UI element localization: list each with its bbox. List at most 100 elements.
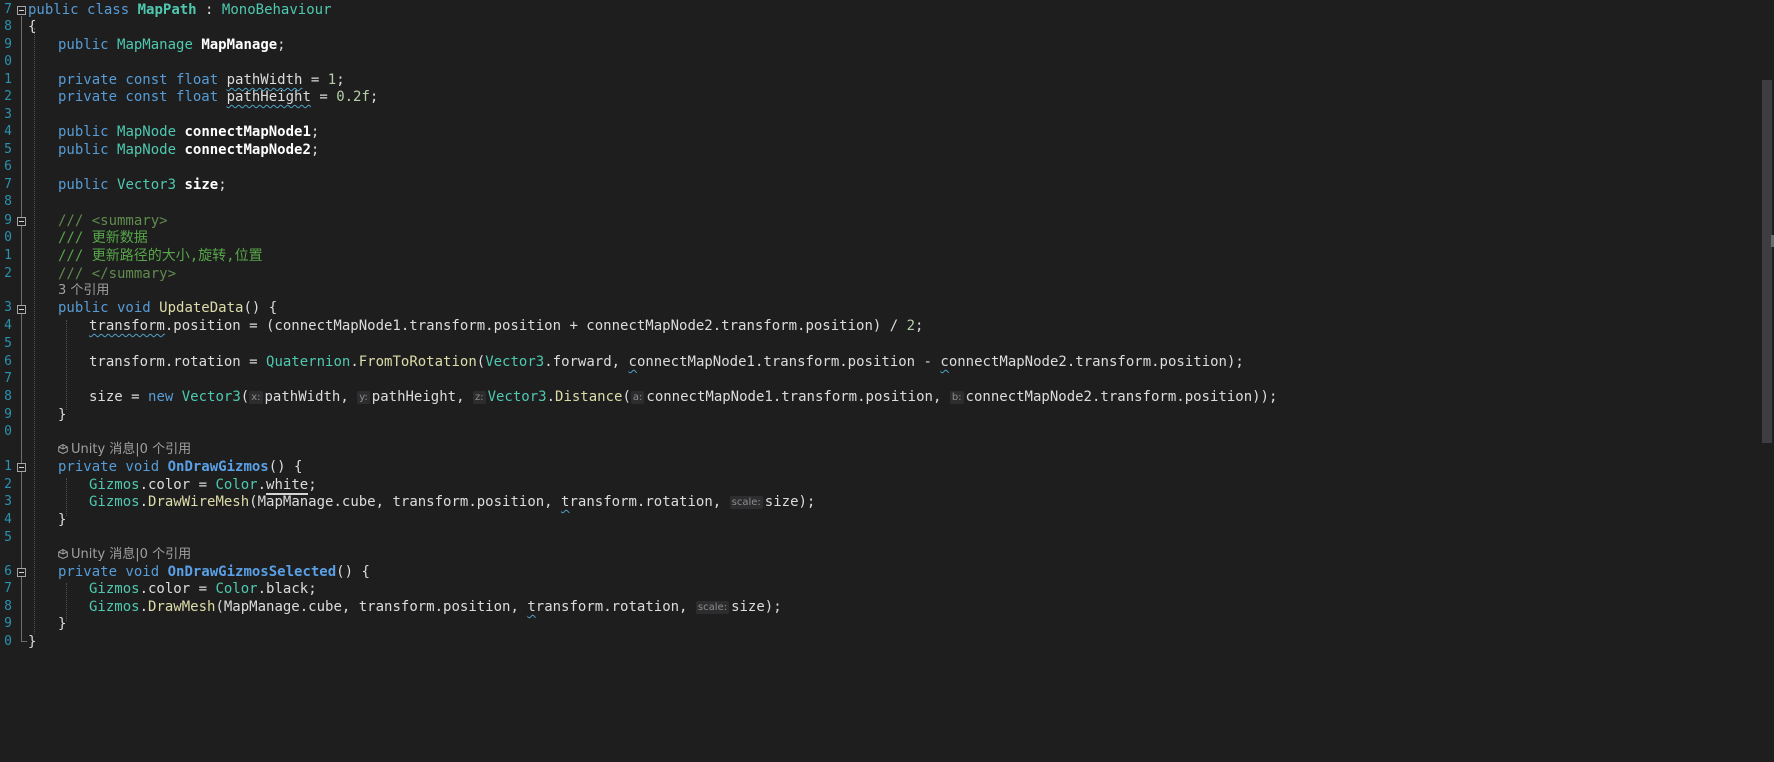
line-number: 7 (4, 581, 12, 596)
doc-comment-line[interactable]: /// 更新数据 (58, 228, 148, 248)
number-literal: 0.2f (336, 89, 370, 105)
code-line-update-position[interactable]: transform.position = (connectMapNode1.tr… (89, 316, 923, 336)
code-line-close-brace[interactable]: } (58, 614, 66, 634)
punctuation: . (546, 389, 556, 405)
code-line-class-declaration[interactable]: public class MapPath : MonoBehaviour (28, 0, 332, 20)
method-name: UpdateData (159, 300, 244, 316)
method-name: OnDrawGizmos (167, 459, 269, 475)
code-line-field-node1[interactable]: public MapNode connectMapNode1; (58, 122, 319, 142)
keyword: new (148, 389, 174, 405)
number-literal: 1 (327, 72, 337, 88)
argument: pathWidth, (264, 389, 358, 405)
field-name: connectMapNode1 (184, 124, 311, 140)
fold-ondrawgizmosselected-toggle-icon[interactable] (17, 568, 26, 577)
method-name: DrawMesh (148, 599, 216, 615)
fold-ondrawgizmos-toggle-icon[interactable] (17, 463, 26, 472)
line-number: 8 (4, 194, 12, 209)
line-number-gutter: 7 8 9 0 1 2 3 4 5 6 7 8 9 0 1 2 3 4 5 6 … (0, 0, 14, 762)
fold-summary-toggle-icon[interactable] (17, 217, 26, 226)
code-line-ondrawgizmos-signature[interactable]: private void OnDrawGizmos() { (58, 457, 302, 477)
code-line-updatedata-signature[interactable]: public void UpdateData() { (58, 298, 277, 318)
expression: ransform.rotation, (535, 599, 696, 615)
method-name: FromToRotation (358, 354, 477, 370)
line-number: 4 (4, 124, 12, 139)
line-number: 3 (4, 300, 12, 315)
keyword: public (58, 142, 109, 158)
type-name: MapNode (117, 124, 177, 140)
code-line-field-size[interactable]: public Vector3 size; (58, 175, 227, 195)
code-line-field-pathheight[interactable]: private const float pathHeight = 0.2f; (58, 87, 378, 107)
line-number: 0 (4, 54, 12, 69)
keyword: private const float (58, 89, 219, 105)
code-line-gizmos-color-black[interactable]: Gizmos.color = Color.black; (89, 579, 317, 599)
base-class-name: MonoBehaviour (221, 2, 332, 18)
field-name: MapManage (201, 37, 278, 53)
keyword: public (28, 2, 79, 18)
punctuation: ; (308, 581, 317, 597)
field-name: size (184, 177, 219, 193)
identifier: c (628, 354, 637, 370)
expression: .forward, (544, 354, 629, 370)
keyword: private void (58, 459, 160, 475)
doc-comment-line[interactable]: /// 更新路径的大小,旋转,位置 (58, 246, 263, 266)
fold-updatedata-toggle-icon[interactable] (17, 305, 26, 314)
line-number: 2 (4, 89, 12, 104)
type-name: Gizmos (89, 581, 140, 597)
line-number: 7 (4, 371, 12, 386)
line-number: 5 (4, 336, 12, 351)
type-name: Quaternion (266, 354, 351, 370)
fold-region-end (21, 641, 27, 642)
expression: size = (89, 389, 149, 405)
method-name: Distance (555, 389, 623, 405)
parameter-hint: a: (630, 390, 645, 404)
fold-class-toggle-icon[interactable] (17, 6, 26, 15)
parameter-hint: b: (949, 390, 964, 404)
identifier: t (527, 599, 536, 615)
code-line-open-brace[interactable]: { (28, 17, 36, 37)
line-number: 1 (4, 248, 12, 263)
expression: onnectMapNode2.transform.position); (948, 354, 1244, 370)
type-name: Color (215, 477, 258, 493)
code-line-close-brace[interactable]: } (58, 405, 66, 425)
scrollbar-thumb[interactable] (1762, 80, 1772, 443)
number-literal: 2 (906, 318, 916, 334)
argument: size); (764, 494, 816, 510)
code-line-gizmos-drawwiremesh[interactable]: Gizmos.DrawWireMesh(MapManage.cube, tran… (89, 492, 815, 512)
line-number: 4 (4, 512, 12, 527)
line-number: 0 (4, 424, 12, 439)
field-name: pathHeight (226, 89, 311, 105)
indent-guide (66, 320, 67, 410)
punctuation: ; (310, 142, 320, 158)
code-line-update-size[interactable]: size = new Vector3(x: pathWidth, y: pathHe… (89, 387, 1277, 407)
punctuation: . (257, 477, 267, 493)
code-line-field-node2[interactable]: public MapNode connectMapNode2; (58, 140, 319, 160)
field-name: connectMapNode2 (184, 142, 311, 158)
punctuation: . (350, 354, 359, 370)
method-name: OnDrawGizmosSelected (167, 564, 337, 580)
code-line-gizmos-drawmesh[interactable]: Gizmos.DrawMesh(MapManage.cube, transfor… (89, 597, 782, 617)
field-name: pathWidth (226, 72, 303, 88)
punctuation: ; (336, 72, 345, 88)
parameter-hint: z: (472, 390, 486, 404)
punctuation: ; (369, 89, 379, 105)
code-line-update-rotation[interactable]: transform.rotation = Quaternion.FromToRo… (89, 352, 1244, 372)
argument: connectMapNode1.transform.position, (646, 389, 950, 405)
expression: ransform.rotation, (569, 494, 730, 510)
type-name: Vector3 (117, 177, 177, 193)
type-name: Gizmos (89, 494, 140, 510)
code-line-field-mapmanage[interactable]: public MapManage MapManage; (58, 35, 286, 55)
fold-region-line (21, 16, 22, 641)
parameter-hint: x: (249, 390, 263, 404)
punctuation: : (196, 2, 222, 18)
line-number: 8 (4, 19, 12, 34)
expression: transform.rotation = (89, 354, 267, 370)
type-name: Color (215, 581, 258, 597)
vertical-scrollbar[interactable] (1760, 0, 1774, 762)
line-number: 5 (4, 530, 12, 545)
punctuation: . (139, 599, 149, 615)
code-editor[interactable]: 7 8 9 0 1 2 3 4 5 6 7 8 9 0 1 2 3 4 5 6 … (0, 0, 1774, 762)
punctuation: ( (240, 389, 250, 405)
code-line-class-close-brace[interactable]: } (28, 632, 36, 652)
keyword: class (87, 2, 130, 18)
code-line-close-brace[interactable]: } (58, 510, 66, 530)
